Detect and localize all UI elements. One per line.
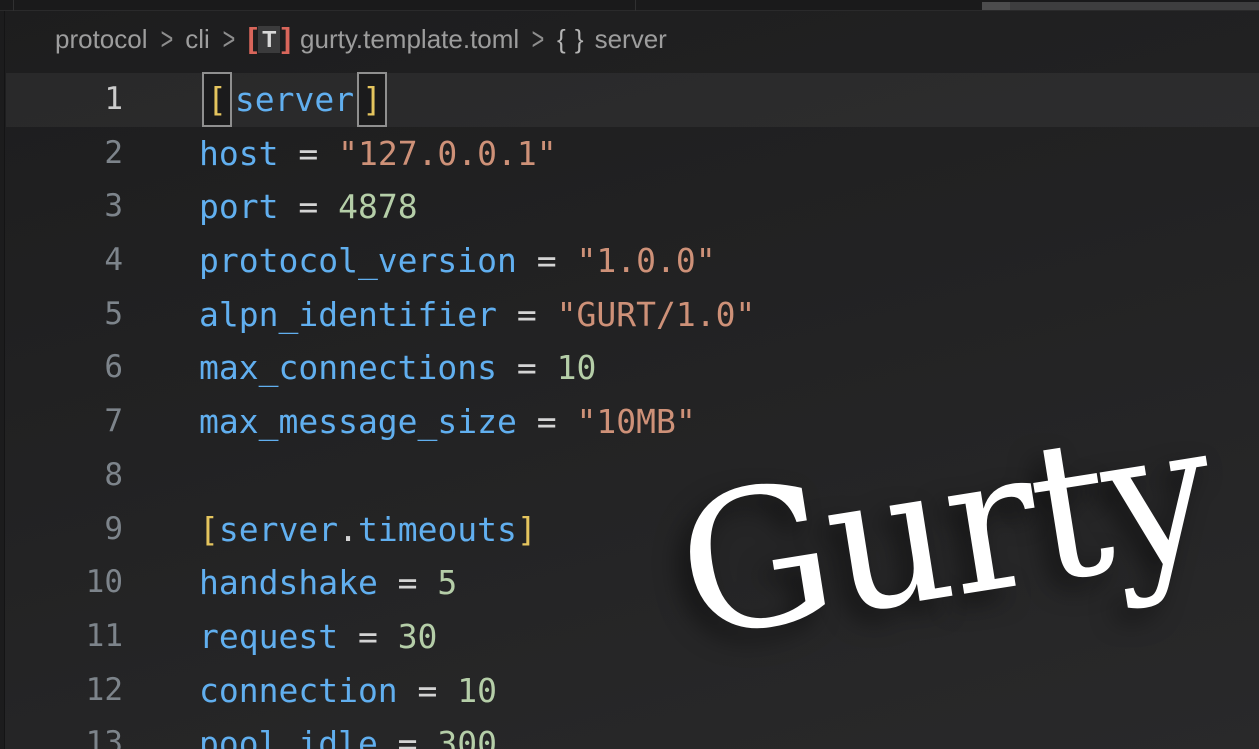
token-punct: =	[278, 134, 338, 173]
code-text: max_message_size = "10MB"	[199, 402, 696, 441]
token-number: 300	[437, 724, 497, 749]
code-text: connection = 10	[199, 671, 497, 710]
token-key: server	[219, 510, 338, 549]
token-punct: =	[497, 348, 557, 387]
token-punct: =	[278, 187, 338, 226]
line-number: 8	[6, 449, 123, 503]
code-text: pool_idle = 300	[199, 724, 497, 749]
breadcrumb-folder-cli[interactable]: cli	[185, 24, 210, 55]
line-number: 7	[6, 395, 123, 449]
code-text: [server.timeouts]	[199, 510, 537, 549]
tab-bar-edge	[0, 0, 1259, 11]
code-text: [server]	[199, 80, 390, 119]
line-number: 5	[6, 288, 123, 342]
token-number: 10	[557, 348, 597, 387]
line-number: 11	[6, 610, 123, 664]
code-line[interactable]: 12 connection = 10	[6, 664, 1259, 718]
toml-icon-letter: T	[258, 26, 280, 53]
token-string: "GURT/1.0"	[557, 295, 756, 334]
token-number: 4878	[338, 187, 417, 226]
breadcrumb-file[interactable]: [T] gurty.template.toml	[248, 24, 520, 55]
line-number: 3	[6, 180, 123, 234]
line-number: 12	[6, 664, 123, 718]
token-key: handshake	[199, 563, 378, 602]
breadcrumb-symbol-server[interactable]: { } server	[557, 24, 667, 55]
tab-divider	[635, 0, 636, 11]
code-line[interactable]: 10 handshake = 5	[6, 556, 1259, 610]
code-line[interactable]: 1 [server]	[6, 73, 1259, 127]
token-number: 30	[398, 617, 438, 656]
code-line[interactable]: 9 [server.timeouts]	[6, 503, 1259, 557]
code-line[interactable]: 11 request = 30	[6, 610, 1259, 664]
token-punct: .	[338, 510, 358, 549]
token-key: request	[199, 617, 338, 656]
code-line[interactable]: 3 port = 4878	[6, 180, 1259, 234]
chevron-right-icon: >	[160, 22, 173, 58]
breadcrumb: protocol > cli > [T] gurty.template.toml…	[6, 11, 1259, 68]
code-line[interactable]: 7 max_message_size = "10MB"	[6, 395, 1259, 449]
chevron-right-icon: >	[222, 22, 235, 58]
token-key: connection	[199, 671, 398, 710]
scrollbar-track-fragment	[982, 2, 1259, 10]
token-key: max_connections	[199, 348, 497, 387]
code-line[interactable]: 4 protocol_version = "1.0.0"	[6, 234, 1259, 288]
code-line[interactable]: 5 alpn_identifier = "GURT/1.0"	[6, 288, 1259, 342]
token-punct: =	[378, 724, 438, 749]
line-number: 1	[6, 73, 123, 127]
tab-divider	[13, 0, 14, 11]
token-bracket: ]	[517, 510, 537, 549]
code-line[interactable]: 8	[6, 449, 1259, 503]
token-punct: =	[517, 241, 577, 280]
token-punct: =	[398, 671, 458, 710]
line-number: 13	[6, 717, 123, 749]
token-bracket: [	[204, 74, 230, 125]
line-number: 2	[6, 127, 123, 181]
toml-file-icon: [T]	[248, 25, 291, 54]
token-punct: =	[497, 295, 557, 334]
token-punct: =	[378, 563, 438, 602]
editor-left-border	[0, 11, 5, 749]
code-line[interactable]: 13 pool_idle = 300	[6, 717, 1259, 749]
toml-icon-right-bracket: ]	[281, 25, 291, 54]
token-key: server	[235, 80, 354, 119]
token-string: "1.0.0"	[577, 241, 716, 280]
code-area[interactable]: 1[server]2host = "127.0.0.1"3port = 4878…	[6, 68, 1259, 749]
braces-icon: { }	[557, 24, 585, 55]
code-text: max_connections = 10	[199, 348, 596, 387]
scrollbar-thumb[interactable]	[982, 2, 1010, 10]
token-number: 10	[457, 671, 497, 710]
line-number: 9	[6, 503, 123, 557]
code-text: host = "127.0.0.1"	[199, 134, 557, 173]
line-number: 6	[6, 341, 123, 395]
code-text: port = 4878	[199, 187, 418, 226]
breadcrumb-file-name: gurty.template.toml	[300, 24, 519, 55]
token-key: pool_idle	[199, 724, 378, 749]
token-key: host	[199, 134, 278, 173]
token-key: timeouts	[358, 510, 517, 549]
token-bracket: [	[199, 510, 219, 549]
token-key: port	[199, 187, 278, 226]
token-punct: =	[517, 402, 577, 441]
line-number: 10	[6, 556, 123, 610]
line-number: 4	[6, 234, 123, 288]
code-text: protocol_version = "1.0.0"	[199, 241, 716, 280]
token-punct: =	[338, 617, 398, 656]
breadcrumb-symbol-label: server	[595, 24, 667, 55]
code-text: handshake = 5	[199, 563, 457, 602]
breadcrumb-folder-protocol[interactable]: protocol	[55, 24, 148, 55]
code-text: alpn_identifier = "GURT/1.0"	[199, 295, 755, 334]
code-text: request = 30	[199, 617, 437, 656]
code-line[interactable]: 2 host = "127.0.0.1"	[6, 127, 1259, 181]
token-string: "10MB"	[577, 402, 696, 441]
chevron-right-icon: >	[532, 22, 545, 58]
token-number: 5	[437, 563, 457, 602]
token-key: protocol_version	[199, 241, 517, 280]
code-line[interactable]: 6 max_connections = 10	[6, 341, 1259, 395]
toml-icon-left-bracket: [	[248, 25, 258, 54]
token-key: max_message_size	[199, 402, 517, 441]
token-string: "127.0.0.1"	[338, 134, 557, 173]
token-bracket: ]	[359, 74, 385, 125]
token-key: alpn_identifier	[199, 295, 497, 334]
